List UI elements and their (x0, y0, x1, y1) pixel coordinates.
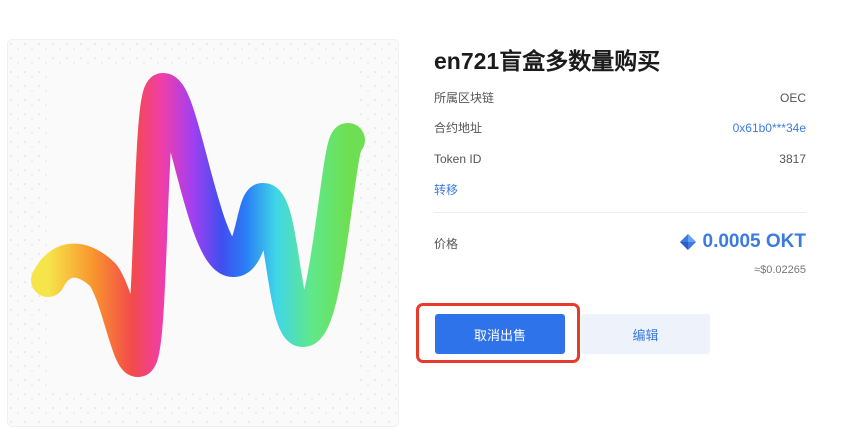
detail-label: 合约地址 (434, 121, 483, 135)
detail-value: OEC (779, 91, 806, 105)
detail-row-contract: 合约地址 0x61b0***34e (434, 118, 806, 138)
detail-label: Token ID (434, 152, 482, 166)
okt-diamond-icon (679, 234, 696, 250)
detail-value: 3817 (779, 152, 806, 166)
contract-address-link[interactable]: 0x61b0***34e (733, 118, 806, 138)
divider (434, 212, 806, 213)
price-usd: ≈$0.02265 (754, 264, 806, 276)
nft-title: en721盲盒多数量购买 (434, 48, 661, 74)
price-amount: 0.0005 OKT (702, 231, 807, 252)
edit-button[interactable]: 编辑 (581, 314, 710, 354)
detail-row-token-id: Token ID 3817 (434, 149, 806, 169)
price-label: 价格 (434, 237, 459, 251)
transfer-link[interactable]: 转移 (434, 180, 458, 200)
nft-artwork (8, 40, 398, 426)
cancel-sale-button[interactable]: 取消出售 (435, 314, 565, 354)
detail-label: 所属区块链 (434, 91, 495, 105)
detail-row-chain: 所属区块链 OEC (434, 88, 806, 108)
nft-artwork-image (8, 40, 398, 426)
price-value: 0.0005 OKT (679, 231, 807, 253)
